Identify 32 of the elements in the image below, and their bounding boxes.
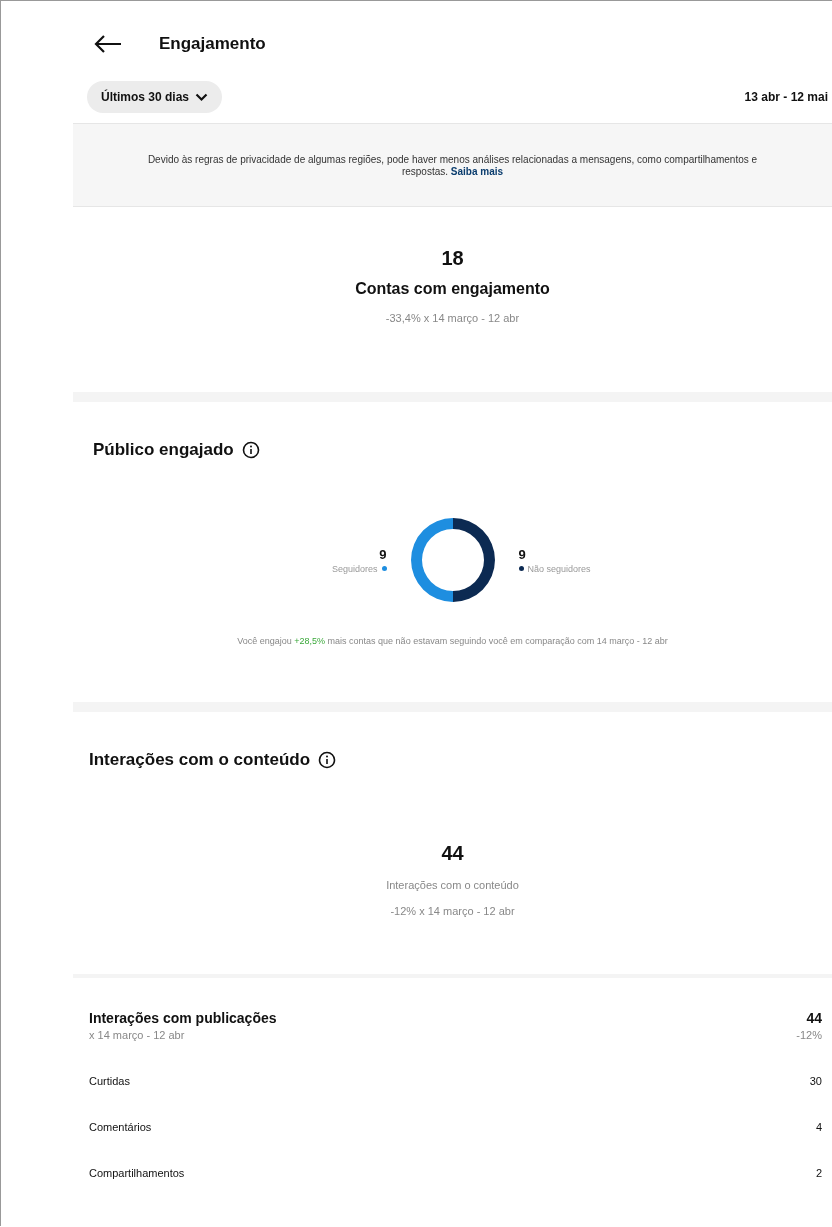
total-value: 44 [806, 1010, 822, 1026]
metric-label: Compartilhamentos [89, 1167, 185, 1179]
section-title: Público engajado [93, 440, 234, 460]
notice-text: Devido às regras de privacidade de algumas regiões, pode haver menos análises relacionadas a mensagens, como compartilhamentos e respostas. Saiba mais [146, 154, 759, 178]
metric-value: 30 [809, 1075, 822, 1087]
change-value: -12% [796, 1029, 822, 1041]
comparison-text: x 14 março - 12 abr [89, 1029, 186, 1041]
learn-more-link[interactable]: Saiba mais [450, 166, 504, 177]
caret-icon [195, 92, 209, 102]
back-icon[interactable] [93, 34, 123, 54]
comparison-note: Você engajou +28,5% mais contas que não estavam seguindo você em comparação com 14 março - 12 abr [236, 636, 669, 646]
period-dropdown[interactable]: Últimos 30 dias [87, 81, 223, 113]
metric-value: 4 [815, 1121, 822, 1133]
engaged-count: 18 [441, 247, 464, 270]
section-title: Interações com o conteúdo [89, 750, 311, 770]
interactions-count: 44 [441, 842, 464, 865]
date-range: 13 abr - 12 mai [744, 90, 828, 104]
legend-label: Seguidores [331, 563, 378, 574]
summary-title: Contas com engajamento [355, 280, 550, 298]
list-title: Interações com publicações [89, 1010, 277, 1026]
metric-label: Curtidas [89, 1075, 130, 1087]
page-title: Engajamento [159, 34, 266, 54]
info-icon [241, 441, 260, 459]
metric-label: Comentários [89, 1121, 152, 1133]
comparison-text: -33,4% x 14 março - 12 abr [385, 312, 520, 324]
legend-value: 9 [518, 546, 527, 562]
info-icon [318, 751, 337, 769]
metric-value: 2 [815, 1167, 822, 1179]
legend-value: 9 [379, 546, 387, 562]
legend-label: Não seguidores [527, 563, 591, 574]
metric-label: Interações com o conteúdo [386, 879, 519, 891]
comparison-text: -12% x 14 março - 12 abr [390, 905, 515, 917]
